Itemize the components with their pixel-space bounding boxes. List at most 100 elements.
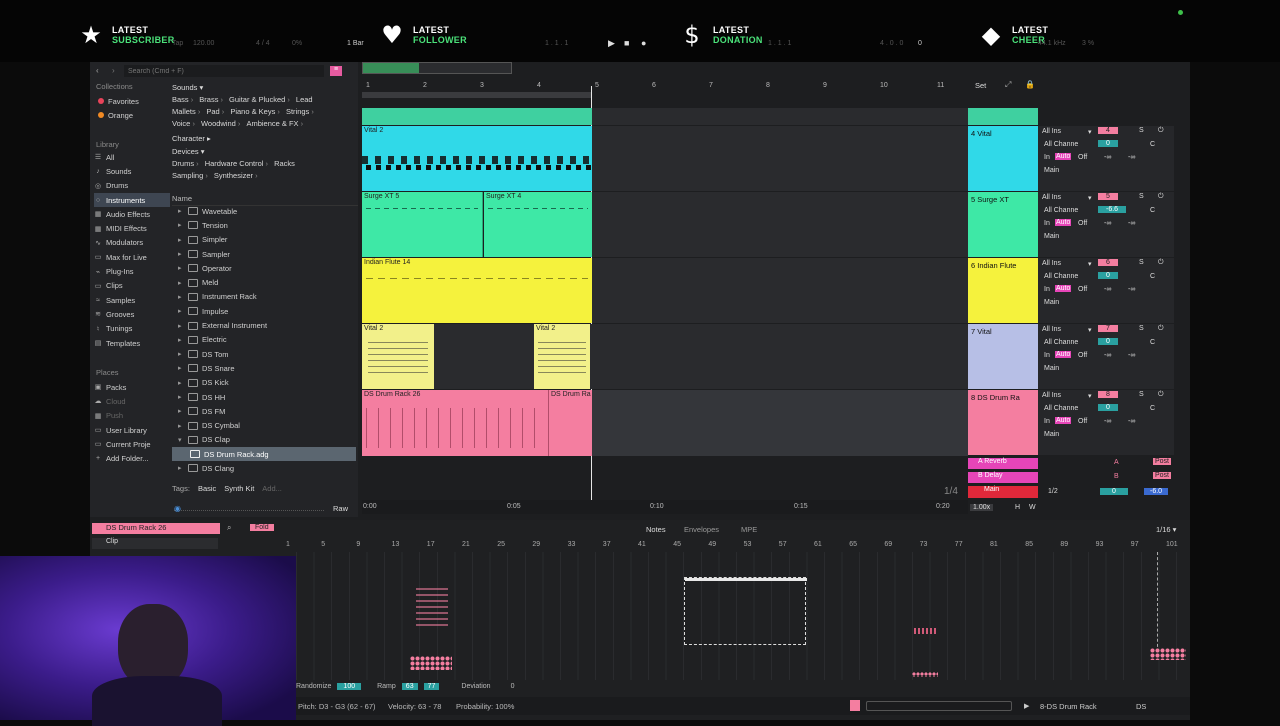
library-item-audio-effects[interactable]: ▦ Audio Effects [94, 207, 170, 221]
file-row[interactable]: ▸ External Instrument [172, 318, 356, 332]
play-icon[interactable]: ▶ [1024, 702, 1029, 710]
arrangement-position[interactable]: 1 . 1 . 1 [545, 40, 568, 47]
tempo-field[interactable]: 120.00 [193, 40, 214, 47]
output-select[interactable]: Main [1044, 167, 1059, 174]
library-item-plugins[interactable]: ⌁ Plug-Ins [94, 264, 170, 278]
tag-sampling[interactable]: Sampling [172, 170, 208, 182]
place-push[interactable]: ▦ Push [94, 409, 170, 423]
chevron-down-icon[interactable]: ▾ [1088, 260, 1092, 268]
library-item-instruments[interactable]: ○ Instruments [94, 192, 170, 208]
clip-surge-xt-5[interactable]: Surge XT 5 [362, 192, 483, 257]
channel-select[interactable]: All Channe [1044, 405, 1078, 412]
channel-select[interactable]: All Channe [1044, 207, 1078, 214]
clip-vital-2[interactable]: Vital 2 [362, 126, 592, 191]
quantize-menu[interactable]: 1 Bar [347, 40, 364, 47]
track-volume[interactable]: 0 [1098, 272, 1118, 279]
note-cluster[interactable] [914, 628, 938, 634]
send-a-knob[interactable]: -∞ [1104, 154, 1111, 161]
monitor-off[interactable]: Off [1078, 418, 1087, 425]
monitor-off[interactable]: Off [1078, 352, 1087, 359]
tag-woodwind[interactable]: Woodwind [201, 118, 240, 130]
velocity-cluster[interactable] [1150, 648, 1186, 660]
channel-select[interactable]: All Channe [1044, 339, 1078, 346]
library-item-midi-effects[interactable]: ▦ MIDI Effects [94, 221, 170, 235]
tag-racks[interactable]: Racks [274, 158, 295, 170]
arm-icon[interactable]: ⏻ [1158, 325, 1164, 333]
forward-icon[interactable]: › [112, 66, 115, 75]
output-select[interactable]: Main [1044, 365, 1059, 372]
randomize-button[interactable]: Randomize [296, 683, 331, 690]
channel-select[interactable]: All Channe [1044, 141, 1078, 148]
tab-envelopes[interactable]: Envelopes [684, 525, 719, 534]
track-header[interactable]: 6 Indian Flute [968, 258, 1038, 323]
monitor-in[interactable]: In [1044, 220, 1050, 227]
tag-brass[interactable]: Brass [199, 94, 223, 106]
randomize-value[interactable]: 100 [337, 682, 362, 690]
send-a-knob[interactable]: -∞ [1104, 220, 1111, 227]
send-a-knob[interactable]: -∞ [1104, 418, 1111, 425]
status-device[interactable]: DS [1136, 702, 1146, 711]
tag-synthesizer[interactable]: Synthesizer [214, 170, 258, 182]
master-db[interactable]: -6.0 [1144, 488, 1169, 495]
ramp-start[interactable]: 63 [401, 682, 418, 690]
channel-select[interactable]: All Channe [1044, 273, 1078, 280]
library-item-tunings[interactable]: ♮ Tunings [94, 322, 170, 336]
monitor-off[interactable]: Off [1078, 286, 1087, 293]
status-track[interactable]: 8-DS Drum Rack [1040, 702, 1097, 711]
clip-ds-drum-ra[interactable]: DS Drum Ra [548, 390, 592, 456]
monitor-off[interactable]: Off [1078, 220, 1087, 227]
track-volume[interactable]: 0 [1098, 140, 1118, 147]
chevron-down-icon[interactable]: ▾ [1088, 392, 1092, 400]
loop-end-marker[interactable] [1157, 552, 1186, 652]
library-item-clips[interactable]: ▭ Clips [94, 279, 170, 293]
stop-button[interactable]: ■ [624, 38, 629, 48]
tag-guitar[interactable]: Guitar & Plucked [229, 94, 290, 106]
file-row[interactable]: ▸ DS Cymbal [172, 418, 356, 432]
arm-icon[interactable]: ⏻ [1158, 193, 1164, 201]
track-header[interactable]: 5 Surge XT [968, 192, 1038, 257]
file-row-selected[interactable]: DS Drum Rack.adg [172, 447, 356, 462]
add-tag-button[interactable]: Add... [262, 484, 282, 493]
tag-drums[interactable]: Drums [172, 158, 199, 170]
tag-lead[interactable]: Lead [296, 94, 313, 106]
file-row[interactable]: ▸ Wavetable [172, 204, 356, 218]
clip-indian-flute-14[interactable]: Indian Flute 14 [362, 258, 592, 323]
library-item-all[interactable]: ☰ All [94, 150, 170, 164]
track-volume[interactable]: 0 [1098, 338, 1118, 345]
file-row[interactable]: ▾ DS Clap [172, 433, 356, 447]
search-icon[interactable]: ⌕ [227, 523, 231, 533]
output-select[interactable]: Main [1044, 233, 1059, 240]
clip-ds-drum-rack-26[interactable]: DS Drum Rack 26 [362, 390, 548, 456]
loop-length[interactable]: 4 . 0 . 0 [880, 40, 903, 47]
input-select[interactable]: All Ins [1042, 326, 1061, 333]
fold-button[interactable]: Fold [250, 524, 274, 531]
solo-button[interactable]: S [1139, 259, 1144, 266]
deviation-button[interactable]: Deviation [461, 683, 490, 690]
selection-marquee[interactable] [684, 577, 807, 645]
master-track[interactable]: Main [968, 486, 1038, 498]
clip-name-field[interactable]: DS Drum Rack 26 [92, 523, 220, 534]
file-row[interactable]: ▸ Tension [172, 218, 356, 232]
bar-ruler[interactable] [362, 78, 968, 92]
tag-strings[interactable]: Strings [286, 106, 314, 118]
ramp-button[interactable]: Ramp [377, 683, 396, 690]
grid-quantize[interactable]: 1/4 [944, 486, 958, 497]
send-b-knob[interactable]: -∞ [1128, 418, 1135, 425]
tag-bass[interactable]: Bass [172, 94, 193, 106]
loop-position[interactable]: 1 . 1 . 1 [768, 40, 791, 47]
track-pan[interactable]: C [1150, 141, 1155, 148]
monitor-auto[interactable]: Auto [1055, 285, 1072, 292]
post-toggle[interactable]: Post [1153, 472, 1172, 479]
grid-dropdown[interactable]: 1/16 ▾ [1156, 525, 1176, 534]
track-pan[interactable]: C [1150, 207, 1155, 214]
library-item-max-for-live[interactable]: ▭ Max for Live [94, 250, 170, 264]
post-toggle[interactable]: Post [1153, 458, 1172, 465]
library-item-templates[interactable]: ▤ Templates [94, 336, 170, 350]
note-cluster[interactable] [416, 586, 448, 630]
devices-heading[interactable]: Devices ▾ [172, 146, 352, 158]
preview-waveform[interactable] [174, 503, 324, 511]
zoom-field[interactable]: 1.00x [970, 504, 994, 511]
place-cloud[interactable]: ☁ Cloud [94, 394, 170, 408]
file-row[interactable]: ▸ Meld [172, 275, 356, 289]
ramp-end[interactable]: 77 [423, 682, 440, 690]
